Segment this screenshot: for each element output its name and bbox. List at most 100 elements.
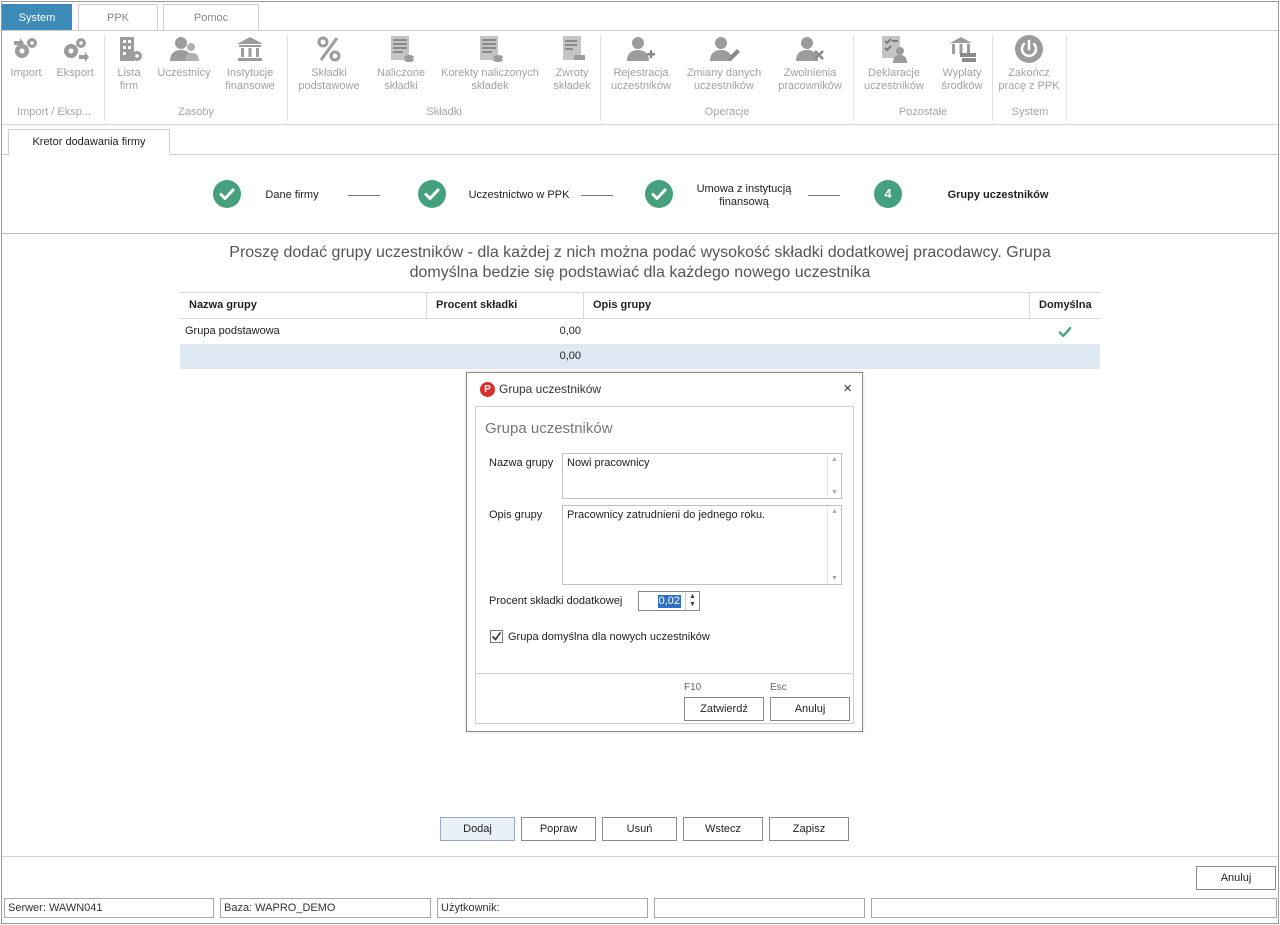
ribbon-separator bbox=[992, 35, 993, 121]
spin-up-icon[interactable]: ▲ bbox=[689, 593, 696, 600]
group-description-scrollbar[interactable]: ▲ ▼ bbox=[827, 506, 841, 584]
status-field-5 bbox=[871, 898, 1277, 918]
group-description-field[interactable]: Pracownicy zatrudnieni do jednego roku. … bbox=[562, 505, 842, 585]
step-3-check-icon bbox=[645, 180, 673, 208]
app-logo-icon: P bbox=[480, 382, 495, 397]
step-3-label-line2: finansową bbox=[719, 196, 769, 208]
participant-data-changes-label-2: uczestników bbox=[694, 80, 754, 92]
dialog-heading: Grupa uczestników bbox=[485, 420, 613, 437]
power-icon bbox=[1013, 33, 1045, 65]
scroll-up-icon[interactable]: ▲ bbox=[831, 508, 838, 515]
tab-company-wizard[interactable]: Kretor dodawania firmy bbox=[8, 129, 170, 156]
default-group-label[interactable]: Grupa domyślna dla nowych uczestników bbox=[508, 631, 710, 643]
user-remove-icon bbox=[794, 33, 826, 65]
contribution-corrections-label-2: składek bbox=[471, 80, 509, 92]
participant-declarations-label-1: Deklaracje bbox=[868, 67, 920, 79]
status-field-4 bbox=[654, 898, 865, 918]
cell-percent: 0,00 bbox=[559, 325, 581, 337]
table-row[interactable]: Grupa podstawowa 0,00 bbox=[180, 319, 1100, 344]
status-server: Serwer: WAWN041 bbox=[4, 898, 214, 918]
group-name-field[interactable]: Nowi pracownicy ▲ ▼ bbox=[562, 453, 842, 499]
employee-dismissals-button[interactable]: Zwolnienia pracowników bbox=[772, 33, 848, 101]
participants-label: Uczestnicy bbox=[157, 67, 211, 79]
basic-contributions-label-2: podstawowe bbox=[298, 80, 360, 92]
calculated-contributions-button[interactable]: Naliczone składki bbox=[372, 33, 430, 101]
group-contributions-label: Składki bbox=[426, 106, 462, 118]
fund-payouts-label-2: środków bbox=[941, 80, 983, 92]
confirm-button[interactable]: Zatwierdź bbox=[684, 697, 764, 721]
step-4-number: 4 bbox=[874, 180, 902, 208]
dialog-cancel-button[interactable]: Anuluj bbox=[770, 697, 850, 721]
tab-system[interactable]: System bbox=[2, 4, 72, 30]
financial-institutions-button[interactable]: Instytucje finansowe bbox=[218, 33, 282, 101]
fund-payouts-label-1: Wypłaty bbox=[942, 67, 982, 79]
group-import-export-label: Import / Eksp... bbox=[17, 106, 91, 118]
instruction-line-1: Proszę dodać grupy uczestników - dla każ… bbox=[229, 244, 1051, 261]
calculated-contributions-label-1: Naliczone bbox=[376, 67, 426, 79]
extra-contribution-percent-input[interactable]: 0,02 ▲ ▼ bbox=[638, 591, 700, 611]
company-list-label-2: firm bbox=[119, 80, 139, 92]
default-group-checkbox[interactable] bbox=[490, 630, 503, 643]
company-list-label-1: Lista bbox=[117, 67, 141, 79]
tab-ppk[interactable]: PPK bbox=[78, 4, 158, 30]
spin-down-icon[interactable]: ▼ bbox=[689, 601, 696, 608]
edit-button[interactable]: Popraw bbox=[521, 817, 596, 841]
wizard-stepper: Dane firmy Uczestnictwo w PPK Umowa z in… bbox=[2, 156, 1278, 234]
step-connector bbox=[581, 195, 613, 196]
scroll-down-icon[interactable]: ▼ bbox=[831, 575, 838, 582]
basic-contributions-button[interactable]: Składki podstawowe bbox=[292, 33, 366, 101]
fund-payouts-button[interactable]: Wypłaty środków bbox=[936, 33, 988, 101]
participants-button[interactable]: Uczestnicy bbox=[154, 33, 214, 101]
bottom-separator bbox=[2, 856, 1278, 857]
scroll-down-icon[interactable]: ▼ bbox=[831, 489, 838, 496]
contribution-refunds-button[interactable]: Zwroty składek bbox=[548, 33, 596, 101]
contribution-corrections-label-1: Korekty naliczonych bbox=[441, 67, 539, 79]
status-database: Baza: WAPRO_DEMO bbox=[220, 898, 431, 918]
group-name-label: Nazwa grupy bbox=[489, 457, 554, 469]
tab-pomoc[interactable]: Pomoc bbox=[163, 4, 259, 30]
delete-button[interactable]: Usuń bbox=[602, 817, 677, 841]
table-row[interactable]: 0,00 bbox=[180, 344, 1100, 369]
add-button[interactable]: Dodaj bbox=[440, 817, 515, 841]
participant-declarations-button[interactable]: Deklaracje uczestników bbox=[858, 33, 930, 101]
column-header-default[interactable]: Domyślna bbox=[1030, 293, 1100, 318]
participant-data-changes-label-1: Zmiany danych bbox=[686, 67, 762, 79]
export-button[interactable]: Eksport bbox=[52, 33, 98, 101]
step-connector bbox=[348, 195, 380, 196]
contribution-refunds-label-2: składek bbox=[553, 80, 591, 92]
gears-import-icon bbox=[10, 33, 42, 65]
column-header-description[interactable]: Opis grupy bbox=[584, 293, 1030, 318]
group-other-label: Pozostałe bbox=[898, 106, 948, 118]
window-cancel-button[interactable]: Anuluj bbox=[1196, 866, 1276, 890]
ribbon-separator bbox=[600, 35, 601, 121]
cell-description bbox=[590, 344, 1030, 369]
participant-registration-button[interactable]: Rejestracja uczestników bbox=[606, 33, 676, 101]
cancel-shortcut-hint: Esc bbox=[770, 682, 787, 693]
back-button[interactable]: Wstecz bbox=[683, 817, 763, 841]
export-label: Eksport bbox=[56, 67, 94, 79]
top-tabs: System PPK Pomoc bbox=[2, 4, 1278, 30]
participant-group-dialog: P Grupa uczestników × Grupa uczestników … bbox=[466, 372, 863, 732]
column-header-group-name[interactable]: Nazwa grupy bbox=[180, 293, 427, 318]
extra-contribution-percent-value: 0,02 bbox=[657, 595, 681, 608]
percent-spinner[interactable]: ▲ ▼ bbox=[685, 592, 699, 610]
cell-percent: 0,00 bbox=[559, 350, 581, 362]
bank-icon bbox=[234, 33, 266, 65]
participant-data-changes-button[interactable]: Zmiany danych uczestników bbox=[682, 33, 766, 101]
ribbon-separator bbox=[1066, 35, 1067, 121]
column-header-percent[interactable]: Procent składki bbox=[427, 293, 584, 318]
exit-ppk-button[interactable]: Zakończ pracę z PPK bbox=[996, 33, 1062, 101]
group-name-scrollbar[interactable]: ▲ ▼ bbox=[827, 454, 841, 498]
import-button[interactable]: Import bbox=[4, 33, 48, 101]
cell-group-name bbox=[185, 344, 425, 369]
table-header: Nazwa grupy Procent składki Opis grupy D… bbox=[180, 292, 1100, 319]
dialog-titlebar[interactable]: P Grupa uczestników × bbox=[467, 373, 862, 405]
step-2-label: Uczestnictwo w PPK bbox=[468, 189, 570, 201]
company-list-button[interactable]: Lista firm bbox=[108, 33, 150, 101]
contribution-corrections-button[interactable]: Korekty naliczonych składek bbox=[436, 33, 544, 101]
save-button[interactable]: Zapisz bbox=[769, 817, 849, 841]
dialog-body: Grupa uczestników Nazwa grupy Nowi praco… bbox=[475, 406, 854, 724]
corrections-icon bbox=[474, 33, 506, 65]
scroll-up-icon[interactable]: ▲ bbox=[831, 456, 838, 463]
close-icon[interactable]: × bbox=[843, 380, 852, 397]
